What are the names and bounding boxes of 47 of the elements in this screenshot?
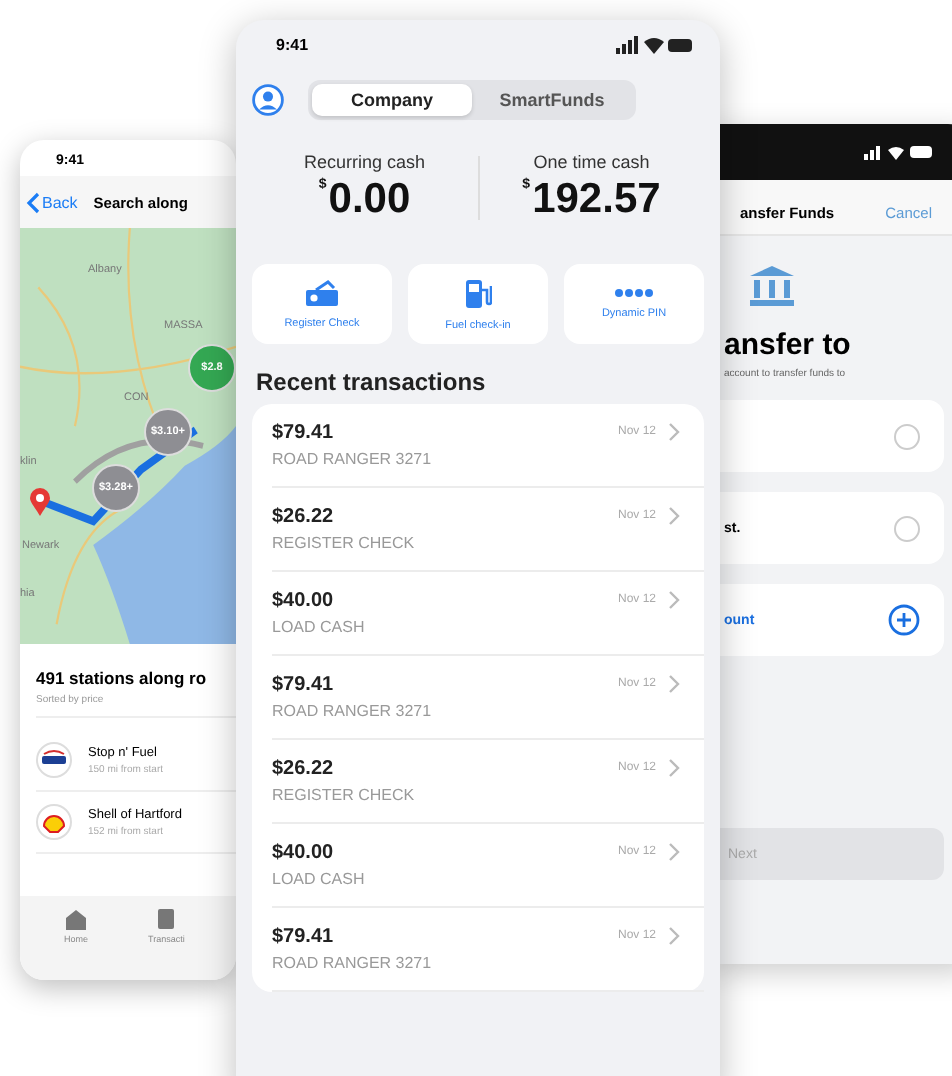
transaction-amount: $79.41 — [272, 674, 336, 696]
segment-tab[interactable]: SmartFunds — [472, 84, 632, 116]
transaction-merchant: ROAD RANGER 3271 — [272, 450, 434, 468]
back-button[interactable]: Back — [26, 192, 78, 214]
status-icons — [616, 36, 692, 54]
transaction-amount: $40.00 — [272, 842, 336, 864]
receipt-icon — [156, 908, 177, 930]
transaction-amount: $40.00 — [272, 590, 336, 612]
screen-heading: ansfer to — [724, 328, 853, 362]
home-icon — [64, 908, 88, 930]
fuel-pump-icon — [464, 277, 492, 309]
shell-logo-icon — [36, 804, 72, 840]
transaction-amount: $26.22 — [272, 758, 336, 780]
balance-amount: $^{$}$0.00 — [318, 176, 411, 224]
chevron-right-icon — [668, 590, 680, 610]
transaction-merchant: LOAD CASH — [272, 618, 367, 636]
segment-tab[interactable]: Company — [312, 84, 472, 116]
chevron-left-icon — [26, 192, 40, 214]
chevron-right-icon — [668, 758, 680, 778]
section-title: Recent transactions — [256, 368, 488, 396]
chevron-right-icon — [668, 674, 680, 694]
chevron-right-icon — [668, 842, 680, 862]
location-pin-icon — [30, 488, 50, 516]
pin-dots-icon — [614, 288, 654, 298]
station-logo-icon — [36, 742, 72, 778]
balance-amount: $^{$}$192.57 — [522, 176, 661, 224]
radio-button[interactable] — [894, 423, 920, 449]
profile-icon[interactable] — [252, 84, 284, 116]
chevron-right-icon — [668, 926, 680, 946]
transaction-merchant: REGISTER CHECK — [272, 534, 417, 552]
balance-label: Recurring cash — [303, 152, 426, 172]
transaction-amount: $79.41 — [272, 926, 336, 948]
status-time: 9:41 — [276, 36, 309, 54]
add-icon[interactable] — [888, 604, 920, 636]
transaction-merchant: ROAD RANGER 3271 — [272, 954, 434, 972]
transaction-merchant: ROAD RANGER 3271 — [272, 702, 434, 720]
transaction-merchant: REGISTER CHECK — [272, 786, 417, 804]
chevron-right-icon — [668, 422, 680, 442]
radio-button[interactable] — [894, 515, 920, 541]
transaction-merchant: LOAD CASH — [272, 870, 367, 888]
chevron-right-icon — [668, 506, 680, 526]
transaction-amount: $26.22 — [272, 506, 336, 528]
bank-icon — [748, 264, 796, 308]
list-title: 491 stations along ro — [36, 668, 209, 688]
transaction-amount: $79.41 — [272, 422, 336, 444]
balance-label: One time cash — [533, 152, 650, 172]
status-icons — [864, 144, 932, 160]
